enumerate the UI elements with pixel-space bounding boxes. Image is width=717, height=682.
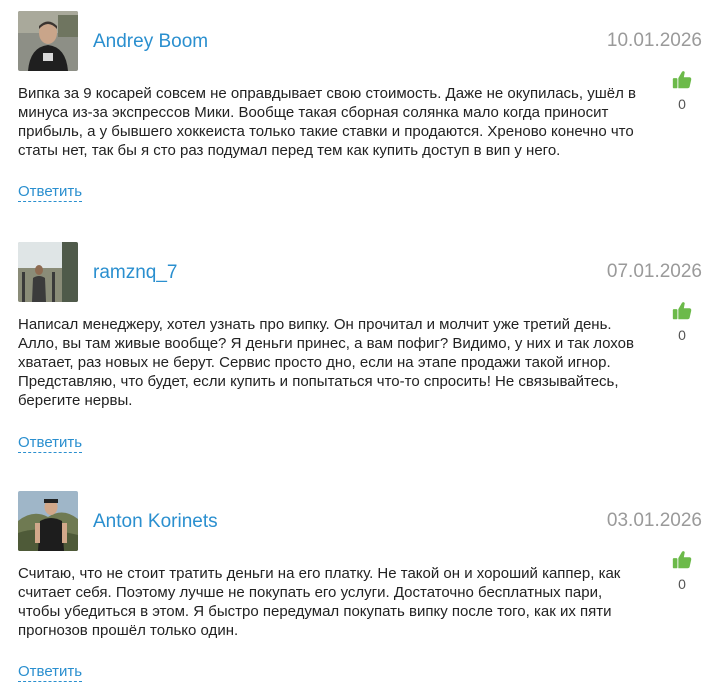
like-block: 0 [670,69,694,112]
reply-link[interactable]: Ответить [18,663,83,682]
comment-date: 03.01.2026 [606,510,702,531]
reply-link[interactable]: Ответить [18,183,83,202]
like-block: 0 [670,549,694,592]
like-block: 0 [670,300,694,343]
like-count: 0 [678,96,686,112]
comment-author-link[interactable]: Andrey Boom [93,31,208,53]
comment-date: 07.01.2026 [606,261,702,282]
comment-date: 10.01.2026 [606,30,702,51]
comment-text: Считаю, что не стоит тратить деньги на е… [18,565,621,639]
user-avatar[interactable] [18,11,78,71]
comment-item: Andrey Boom 10.01.2026 Випка за 9 косаре… [0,11,717,221]
thumbs-up-icon[interactable] [671,549,693,571]
like-count: 0 [678,327,686,343]
thumbs-up-icon[interactable] [671,69,693,91]
comment-author-link[interactable]: Anton Korinets [93,511,218,533]
thumbs-up-icon[interactable] [671,300,693,322]
like-count: 0 [678,576,686,592]
comment-text: Написал менеджеру, хотел узнать про випк… [18,316,634,409]
user-avatar[interactable] [18,491,78,551]
comment-text: Випка за 9 косарей совсем не оправдывает… [18,85,636,159]
comment-item: ramznq_7 07.01.2026 Написал менеджеру, х… [0,242,717,467]
reply-link[interactable]: Ответить [18,434,83,453]
user-avatar[interactable] [18,242,78,302]
comment-author-link[interactable]: ramznq_7 [93,262,178,284]
comment-item: Anton Korinets 03.01.2026 Считаю, что не… [0,491,717,682]
